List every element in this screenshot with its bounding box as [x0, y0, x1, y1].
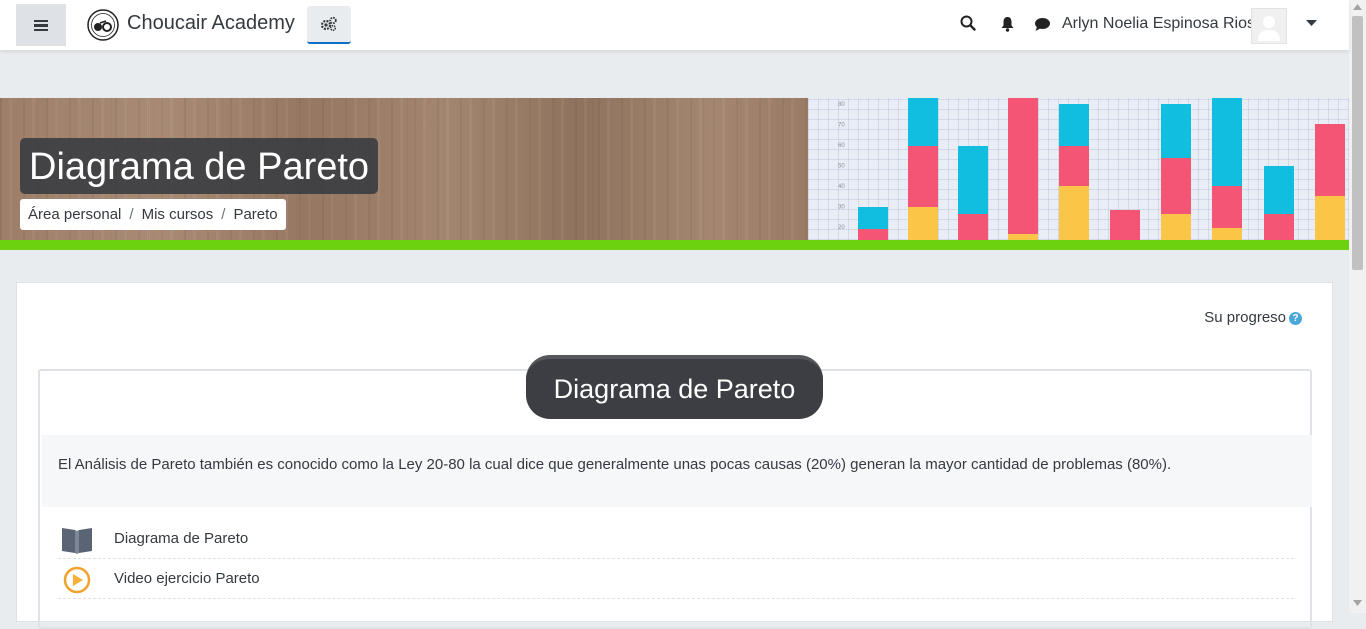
drawer-toggle-button[interactable] — [16, 4, 66, 46]
banner-chart-bar-segment — [858, 207, 888, 229]
banner-chart-bar-segment — [1264, 214, 1294, 240]
bell-icon[interactable] — [1000, 16, 1015, 32]
scrollbar-thumb[interactable] — [1352, 16, 1363, 270]
breadcrumb-link-course[interactable]: Pareto — [233, 206, 277, 223]
banner-chart-bar-segment — [858, 229, 888, 240]
top-navbar: Choucair Academy Arlyn Noelia Espinosa R… — [0, 0, 1349, 50]
banner-chart-bar-segment — [1315, 196, 1345, 240]
banner-bar-chart: 80 70 60 50 40 30 20 — [838, 98, 1345, 240]
book-icon — [62, 528, 92, 554]
activity-item[interactable]: Video ejercicio Pareto — [58, 559, 1294, 599]
banner-chart-bar-segment — [908, 146, 938, 207]
banner-chart-tick-label: 70 — [838, 123, 845, 129]
banner-chart-tick-label: 40 — [838, 184, 845, 190]
user-silhouette-icon — [1258, 16, 1280, 41]
activity-item[interactable]: Diagrama de Pareto — [58, 519, 1294, 559]
chat-icon[interactable] — [1034, 17, 1051, 32]
banner-chart-tick-label: 30 — [838, 205, 845, 211]
gear-icon — [320, 16, 337, 32]
banner-chart-bar-segment — [958, 214, 988, 240]
banner-chart-bar-segment — [1008, 98, 1038, 234]
banner-chart-bar-segment — [1059, 146, 1089, 186]
banner-chart-bar-segment — [1212, 228, 1242, 240]
progress-label: Su progreso — [1204, 309, 1286, 326]
banner-chart-bar-segment — [1059, 186, 1089, 240]
banner-chart-bar-segment — [908, 207, 938, 240]
logo-icon[interactable] — [87, 9, 119, 41]
banner-chart-tick-label: 50 — [838, 164, 845, 170]
avatar[interactable] — [1251, 8, 1287, 44]
site-name[interactable]: Choucair Academy — [127, 12, 295, 35]
banner-chart-tick-label: 20 — [838, 225, 845, 231]
section-title: Diagrama de Pareto — [526, 355, 823, 419]
banner-chart-bar-segment — [1161, 214, 1191, 240]
header-accent-bar — [0, 240, 1349, 250]
banner-chart-tick-label: 60 — [838, 143, 845, 149]
breadcrumb: Área personal / Mis cursos / Pareto — [20, 199, 286, 230]
scroll-down-arrow-icon[interactable] — [1353, 600, 1362, 606]
admin-settings-button[interactable] — [307, 6, 351, 44]
banner-chart-bar-segment — [1212, 186, 1242, 228]
banner-chart-bar-segment — [1161, 104, 1191, 158]
banner-chart-bar-segment — [1110, 210, 1140, 240]
banner-chart-bar-segment — [1161, 158, 1191, 214]
section-summary: El Análisis de Pareto también es conocid… — [42, 435, 1312, 507]
banner-chart-bar-segment — [908, 98, 938, 146]
course-content-card: Su progreso ? El Análisis de Pareto tamb… — [16, 282, 1333, 629]
page-scrollbar[interactable] — [1349, 0, 1366, 613]
activity-link[interactable]: Diagrama de Pareto — [114, 530, 248, 547]
scroll-up-arrow-icon[interactable] — [1353, 4, 1362, 10]
banner-chart-bar-segment — [1212, 98, 1242, 186]
breadcrumb-separator: / — [221, 206, 226, 223]
banner-chart-tick-label: 80 — [838, 102, 845, 108]
banner-chart-bar-segment — [958, 146, 988, 214]
search-icon[interactable] — [960, 15, 976, 31]
activity-link[interactable]: Video ejercicio Pareto — [114, 570, 260, 587]
banner-chart-bar-segment — [1264, 166, 1294, 214]
hamburger-icon — [34, 19, 48, 31]
banner-chart-bar-segment — [1315, 124, 1345, 196]
caret-down-icon[interactable] — [1306, 20, 1317, 27]
breadcrumb-link-my-courses[interactable]: Mis cursos — [142, 206, 214, 223]
page-title: Diagrama de Pareto — [20, 138, 379, 194]
play-circle-icon — [63, 566, 91, 594]
breadcrumb-link-dashboard[interactable]: Área personal — [28, 206, 121, 223]
banner-chart-image: 80 70 60 50 40 30 20 — [808, 98, 1349, 240]
banner-chart-bar-segment — [1059, 104, 1089, 146]
help-icon[interactable]: ? — [1289, 312, 1302, 325]
breadcrumb-separator: / — [129, 206, 134, 223]
course-progress: Su progreso ? — [1204, 309, 1302, 326]
user-menu-name[interactable]: Arlyn Noelia Espinosa Rios — [1062, 15, 1255, 33]
